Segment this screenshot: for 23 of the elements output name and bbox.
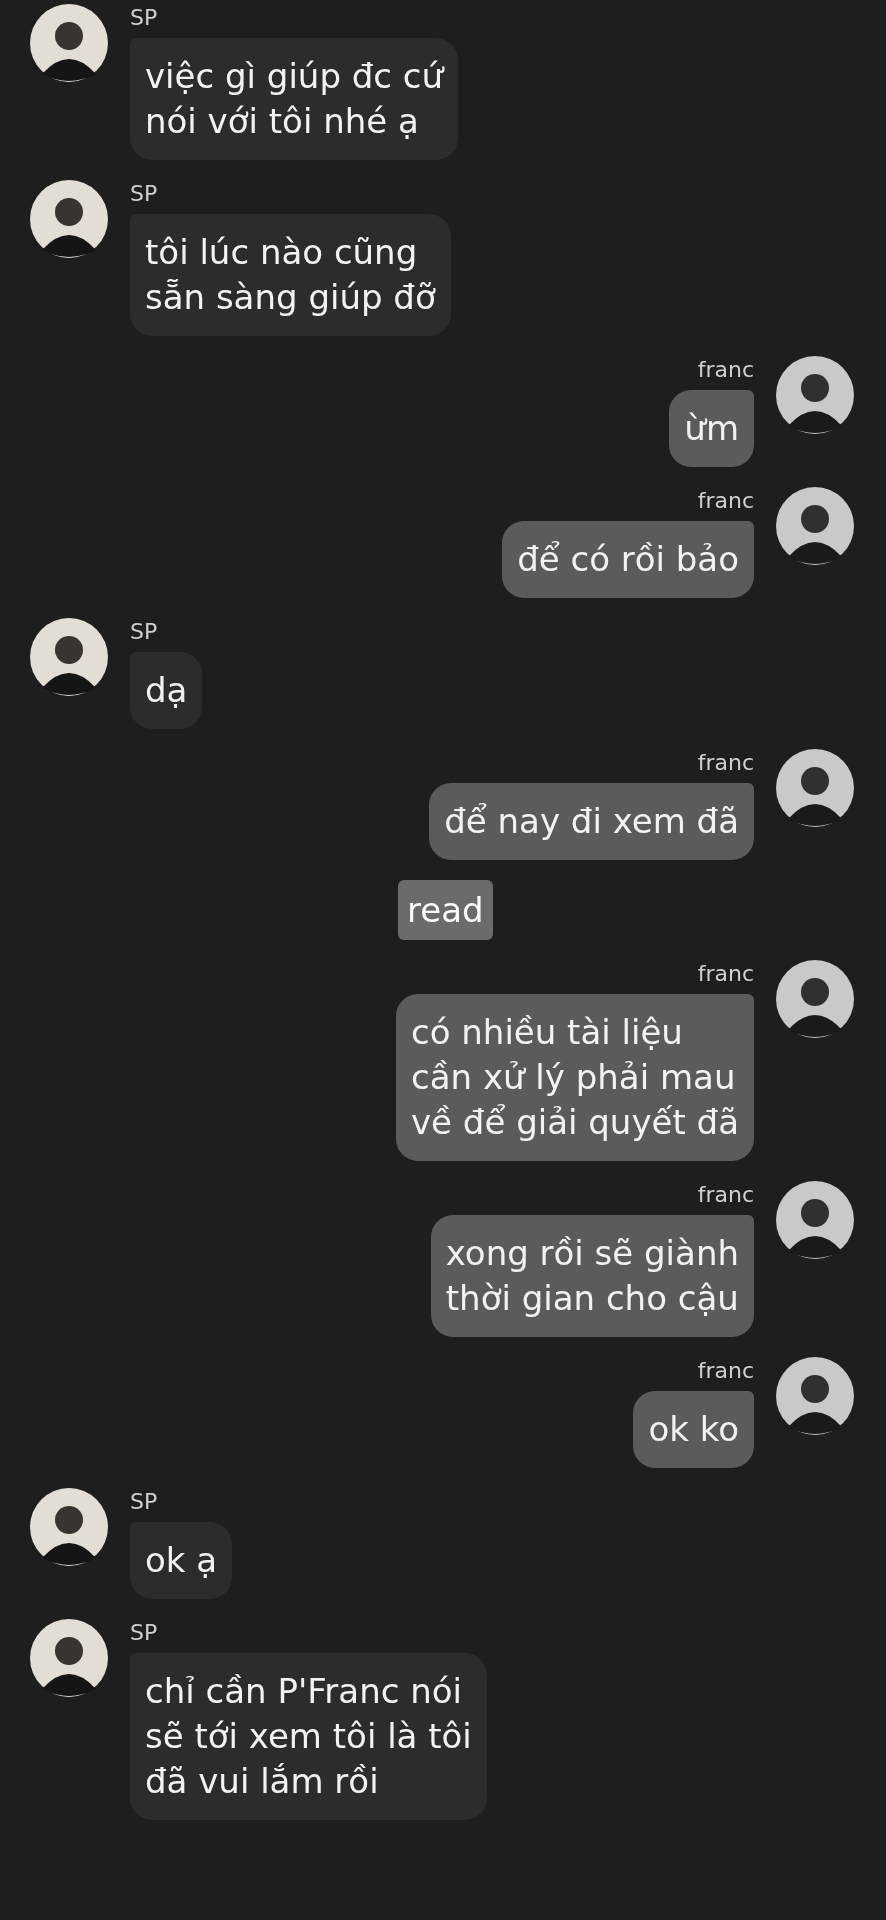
sender-name: SP (130, 1488, 158, 1516)
sender-name: SP (130, 180, 158, 208)
sender-name: franc (697, 749, 754, 777)
message-bubble: để có rồi bảo (502, 521, 754, 598)
message-bubble: ok ạ (130, 1522, 233, 1599)
sender-name: SP (130, 4, 158, 32)
message-bubble: xong rồi sẽ giành thời gian cho cậu (430, 1215, 754, 1337)
sender-name: franc (697, 356, 754, 384)
message-bubble: ừm (669, 390, 754, 467)
sender-name: SP (130, 618, 158, 646)
sender-name: franc (697, 1181, 754, 1209)
sender-name: franc (697, 487, 754, 515)
message-bubble: có nhiều tài liệu cần xử lý phải mau về để giải quyết đã (396, 994, 754, 1161)
message-bubble: chỉ cần P'Franc nói sẽ tới xem tôi là tôi đã vui lắm rồi (130, 1653, 487, 1820)
message-bubble: việc gì giúp đc cứ nói với tôi nhé ạ (130, 38, 459, 160)
message-bubble: để nay đi xem đã (429, 783, 754, 860)
read-receipt: read (398, 880, 493, 940)
sender-name: franc (697, 1357, 754, 1385)
sender-name: SP (130, 1619, 158, 1647)
message-bubble: tôi lúc nào cũng sẵn sàng giúp đỡ (130, 214, 451, 336)
message-bubble: dạ (130, 652, 203, 729)
message-bubble: ok ko (633, 1391, 754, 1468)
sender-name: franc (697, 960, 754, 988)
